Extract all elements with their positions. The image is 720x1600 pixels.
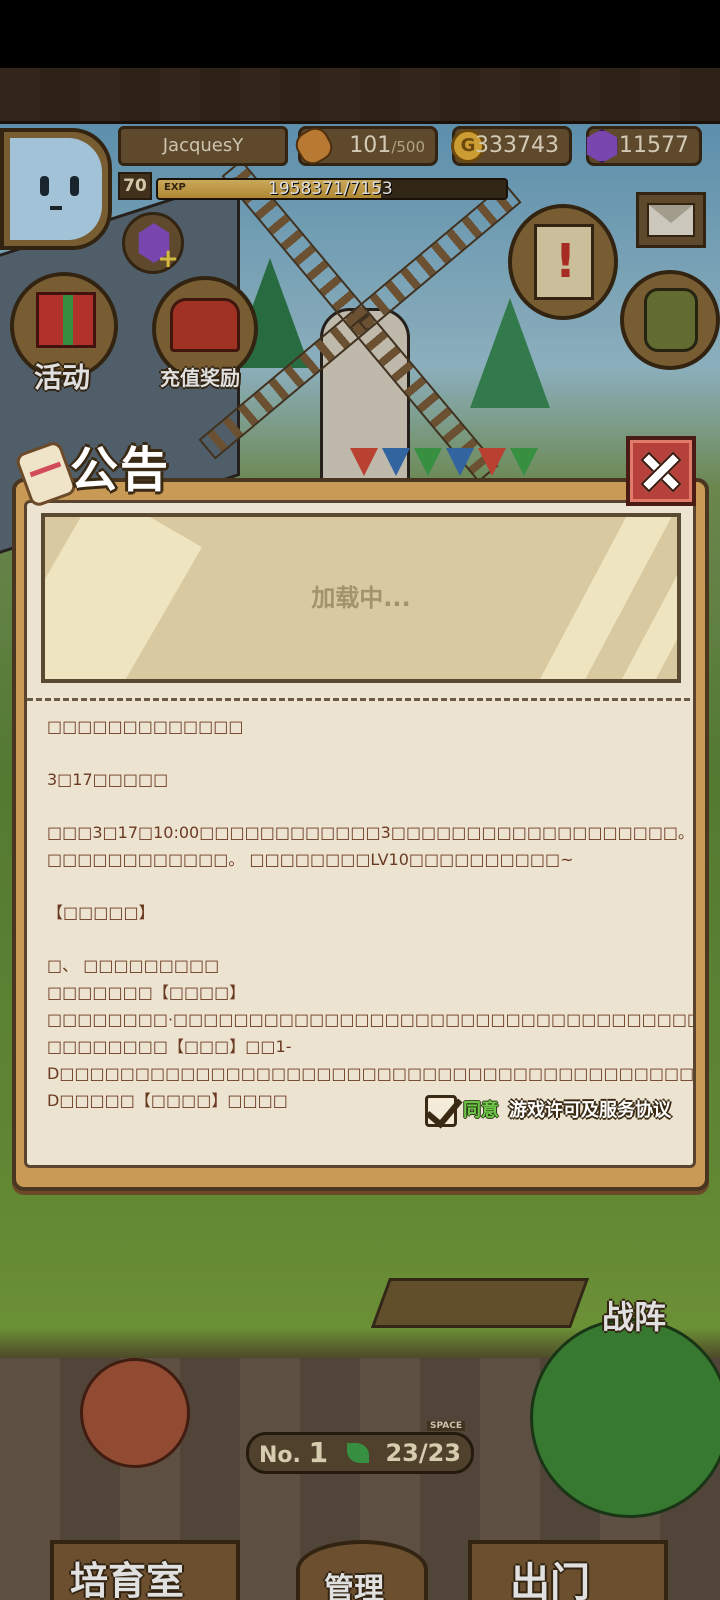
dialog-title: 公告 bbox=[70, 442, 171, 498]
dialog-title-ribbon: 公告 bbox=[10, 439, 310, 509]
license-agreement-link[interactable]: 游戏许可及服务协议 bbox=[509, 1095, 671, 1127]
agree-checkbox[interactable] bbox=[425, 1095, 457, 1127]
announcement-paragraph: 3□17□□□□□ bbox=[47, 770, 169, 789]
announcement-paragraph: □□□□□□□【□□□□】□□□□□□□□·□□□□□□□□□□□□□□□□□□… bbox=[47, 983, 693, 1029]
announcement-banner: 加载中... bbox=[41, 513, 681, 683]
scroll-icon bbox=[13, 439, 79, 509]
announcement-paragraph: 【□□□□□】 bbox=[47, 903, 155, 922]
announcement-paragraph: □□□□□□□□□□□□□ bbox=[47, 717, 244, 736]
announcement-panel: 加载中... □□□□□□□□□□□□□ 3□17□□□□□ □□□3□17□1… bbox=[24, 500, 696, 1168]
close-button[interactable] bbox=[626, 436, 696, 506]
announcement-dialog: 加载中... □□□□□□□□□□□□□ 3□17□□□□□ □□□3□17□1… bbox=[12, 478, 709, 1191]
divider bbox=[27, 698, 693, 701]
status-bar bbox=[0, 0, 720, 68]
announcement-content[interactable]: □□□□□□□□□□□□□ 3□17□□□□□ □□□3□17□10:00□□□… bbox=[47, 713, 695, 1114]
banner-loading-text: 加载中... bbox=[311, 584, 411, 612]
announcement-paragraph: □□□3□17□10:00□□□□□□□□□□□□3□□□□□□□□□□□□□□… bbox=[47, 823, 695, 869]
agree-label: 同意 bbox=[463, 1100, 499, 1121]
announcement-paragraph: □、 □□□□□□□□□ bbox=[47, 956, 220, 975]
